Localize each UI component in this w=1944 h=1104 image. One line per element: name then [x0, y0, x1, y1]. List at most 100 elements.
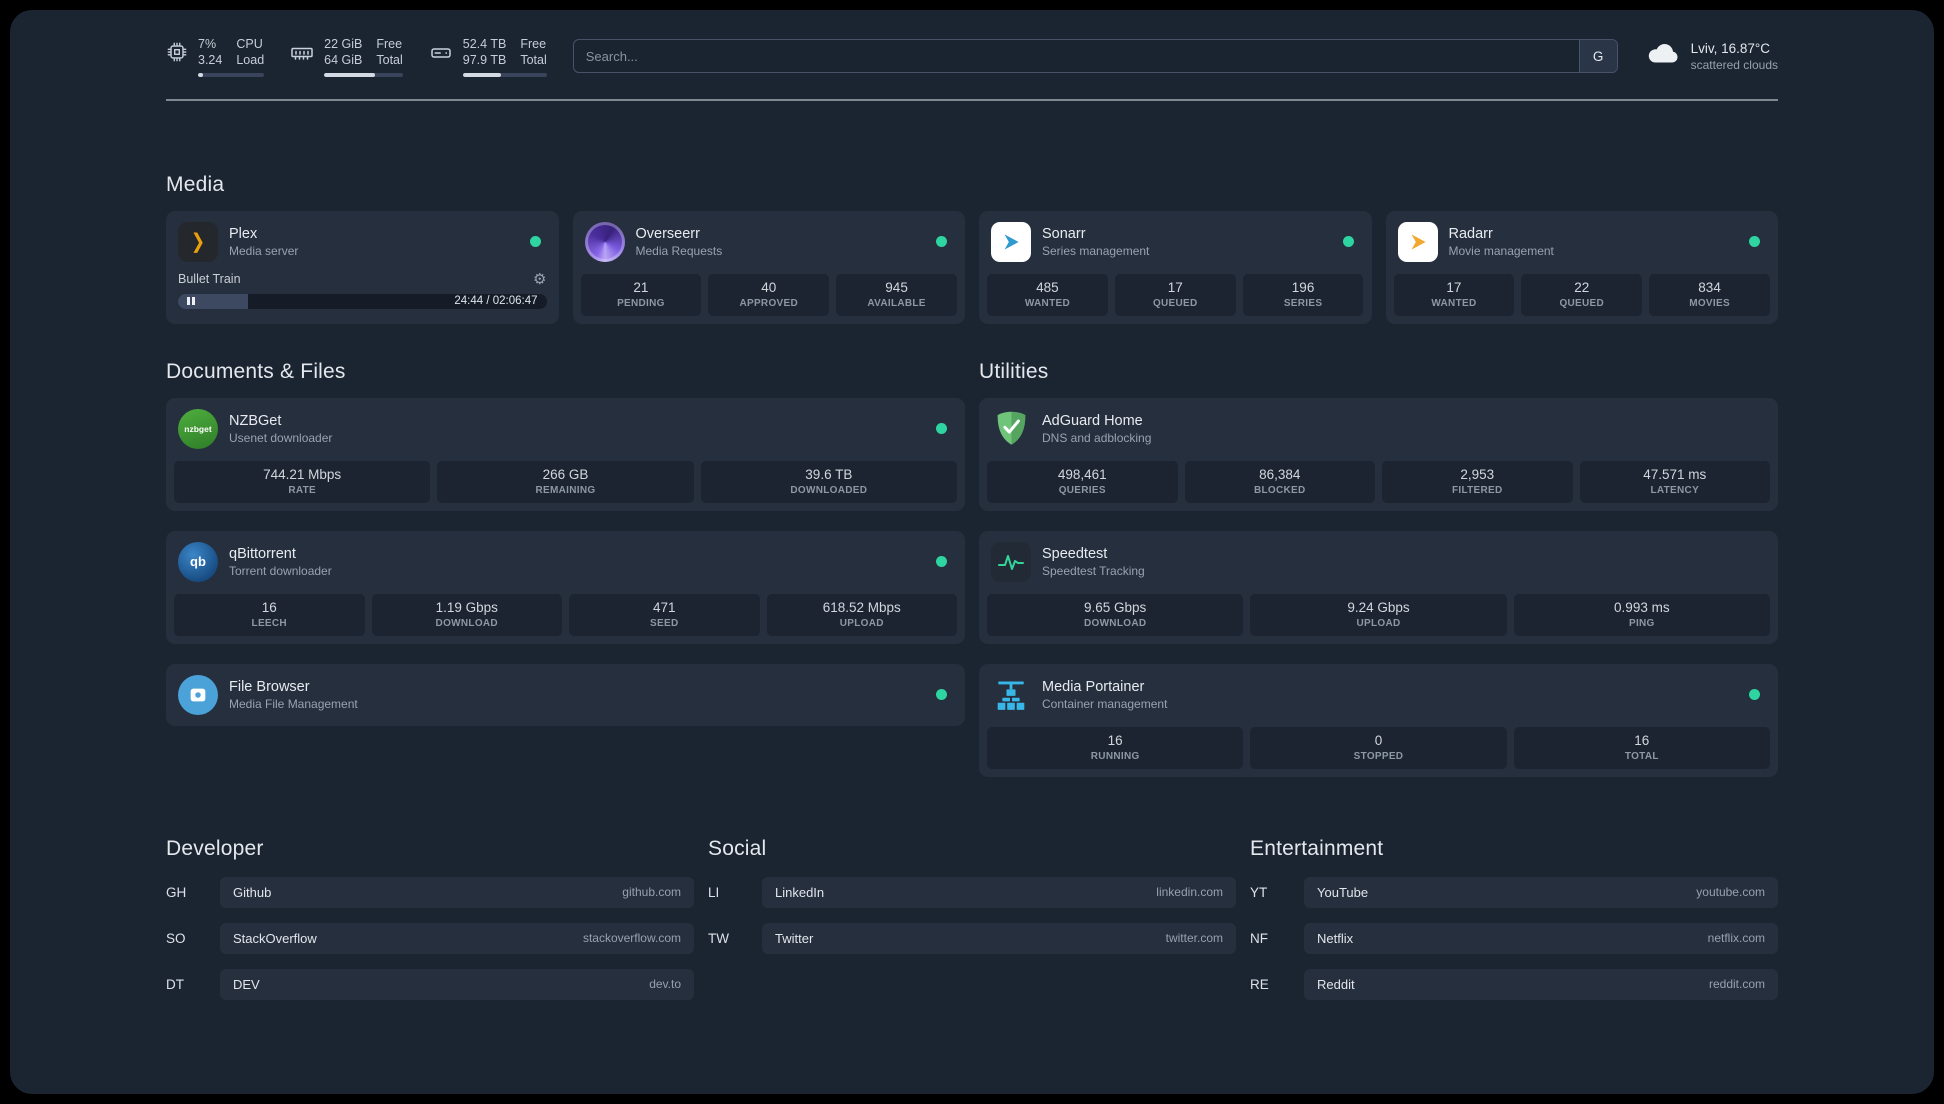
- service-description: Media server: [229, 243, 299, 258]
- filebrowser-icon: [178, 674, 218, 715]
- bookmark-youtube[interactable]: YT YouTube youtube.com: [1250, 876, 1778, 908]
- playback-time: 24:44 / 02:06:47: [454, 295, 538, 307]
- memory-progress-fill: [324, 72, 376, 77]
- bookmark-abbr: NF: [1250, 930, 1268, 946]
- service-card-overseerr[interactable]: Overseerr Media Requests 21 PENDING 40 A…: [572, 210, 965, 324]
- bookmark-stackoverflow[interactable]: SO StackOverflow stackoverflow.com: [166, 922, 694, 954]
- speedtest-icon: [991, 541, 1031, 582]
- portainer-icon: [991, 675, 1031, 715]
- bookmark-netflix[interactable]: NF Netflix netflix.com: [1250, 922, 1778, 954]
- stat-block: 17 QUEUED: [1114, 273, 1236, 316]
- stat-block: 16 LEECH: [174, 593, 365, 636]
- service-card-radarr[interactable]: Radarr Movie management 17 WANTED 22 QUE…: [1385, 210, 1778, 324]
- cpu-load-label: Load: [236, 53, 265, 68]
- service-description: Torrent downloader: [229, 563, 332, 578]
- section-title-developer: Developer: [166, 836, 264, 860]
- service-name: AdGuard Home: [1042, 412, 1143, 429]
- service-name: Overseerr: [635, 225, 700, 242]
- memory-widget: 22 GiB 64 GiB Free Total: [290, 36, 403, 77]
- service-card-plex[interactable]: ❯ Plex Media server Bullet Train ⚙ 24:44…: [166, 210, 559, 324]
- service-card-filebrowser[interactable]: File Browser Media File Management: [166, 663, 965, 726]
- disk-progress-fill: [462, 72, 502, 77]
- memory-free-value: 22 GiB: [324, 37, 363, 51]
- plex-icon: ❯: [178, 221, 218, 262]
- search-provider-button[interactable]: G: [1578, 40, 1617, 73]
- stat-block: 21 PENDING: [580, 273, 702, 316]
- stat-block: 39.6 TB DOWNLOADED: [700, 460, 957, 503]
- bookmark-abbr: SO: [166, 930, 186, 946]
- stat-block: 945 AVAILABLE: [836, 273, 957, 316]
- disk-total-label: Total: [520, 53, 547, 68]
- now-playing-title: Bullet Train: [178, 272, 241, 286]
- status-dot: [1342, 236, 1354, 247]
- cpu-label: CPU: [236, 37, 263, 51]
- status-dot: [529, 236, 541, 247]
- service-name: Speedtest: [1042, 545, 1108, 562]
- stat-block: 834 MOVIES: [1649, 273, 1770, 316]
- cpu-widget: 7% 3.24 CPU Load: [166, 36, 265, 77]
- stat-block: 485 WANTED: [987, 273, 1108, 316]
- section-utilities: Utilities AdGuard Home DNS and adblockin…: [979, 360, 1778, 777]
- service-description: Series management: [1042, 243, 1150, 258]
- playback-progress-bar[interactable]: 24:44 / 02:06:47: [178, 293, 547, 309]
- search-input[interactable]: [573, 40, 1579, 73]
- service-card-portainer[interactable]: Media Portainer Container management 16 …: [979, 663, 1778, 777]
- status-dot: [936, 689, 947, 700]
- section-title-media: Media: [166, 172, 225, 196]
- section-media: Media ❯ Plex Media server Bullet Train ⚙…: [166, 173, 1778, 324]
- disk-free-value: 52.4 TB: [462, 37, 507, 51]
- weather-location: Lviv, 16.87°C: [1690, 40, 1771, 56]
- service-card-nzbget[interactable]: nzbget NZBGet Usenet downloader 744.21 M…: [166, 397, 965, 511]
- stat-block: 9.24 Gbps UPLOAD: [1250, 593, 1507, 636]
- bookmark-group-developer: Developer GH Github github.com SO StackO…: [166, 837, 694, 1000]
- stat-block: 40 APPROVED: [708, 273, 830, 316]
- section-title-documents: Documents & Files: [166, 359, 346, 383]
- gear-icon[interactable]: ⚙: [533, 272, 546, 287]
- service-name: Radarr: [1448, 225, 1493, 242]
- status-dot: [936, 423, 947, 434]
- bookmark-abbr: LI: [708, 884, 720, 900]
- disk-icon: [429, 36, 453, 65]
- service-card-adguard[interactable]: AdGuard Home DNS and adblocking 498,461 …: [979, 397, 1778, 511]
- status-dot: [936, 556, 947, 567]
- service-card-sonarr[interactable]: Sonarr Series management 485 WANTED 17 Q…: [979, 210, 1372, 324]
- status-dot: [1749, 236, 1760, 247]
- bookmark-dev[interactable]: DT DEV dev.to: [166, 968, 694, 1000]
- plex-chevron-glyph: ❯: [190, 229, 206, 253]
- pause-icon[interactable]: [187, 297, 195, 305]
- radarr-icon: [1397, 221, 1438, 262]
- bookmark-abbr: RE: [1250, 976, 1269, 992]
- bookmark-abbr: GH: [166, 884, 187, 900]
- service-description: Speedtest Tracking: [1042, 563, 1145, 578]
- memory-total-label: Total: [376, 53, 403, 68]
- stat-block: 498,461 QUERIES: [987, 460, 1178, 503]
- service-description: Media Requests: [635, 243, 723, 258]
- bookmark-group-social: Social LI LinkedIn linkedin.com TW Twitt…: [708, 837, 1236, 954]
- service-description: Container management: [1042, 696, 1168, 711]
- disk-free-label: Free: [520, 37, 547, 51]
- disk-total-value: 97.9 TB: [462, 53, 507, 68]
- topbar-divider: [166, 98, 1778, 101]
- stat-block: 0 STOPPED: [1250, 726, 1507, 769]
- bookmark-linkedin[interactable]: LI LinkedIn linkedin.com: [708, 876, 1236, 908]
- stat-block: 9.65 Gbps DOWNLOAD: [987, 593, 1244, 636]
- nzbget-icon: nzbget: [178, 408, 218, 449]
- disk-progress-track: [462, 72, 547, 77]
- cpu-icon: [166, 36, 188, 63]
- stat-block: 471 SEED: [569, 593, 760, 636]
- service-card-qbittorrent[interactable]: qb qBittorrent Torrent downloader 16 LEE…: [166, 530, 965, 644]
- service-name: NZBGet: [229, 412, 282, 429]
- bookmark-abbr: DT: [166, 976, 184, 992]
- bookmark-github[interactable]: GH Github github.com: [166, 876, 694, 908]
- service-card-speedtest[interactable]: Speedtest Speedtest Tracking 9.65 Gbps D…: [979, 530, 1778, 644]
- weather-widget: Lviv, 16.87°C scattered clouds: [1646, 41, 1778, 72]
- qbittorrent-icon: qb: [178, 541, 218, 582]
- cpu-progress-track: [198, 72, 265, 77]
- section-documents: Documents & Files nzbget NZBGet Usenet d…: [166, 360, 965, 726]
- bookmark-twitter[interactable]: TW Twitter twitter.com: [708, 922, 1236, 954]
- bookmark-reddit[interactable]: RE Reddit reddit.com: [1250, 968, 1778, 1000]
- homepage-dashboard: 7% 3.24 CPU Load 22 GiB 64 GiB Free Tota…: [10, 10, 1934, 1094]
- service-name: Plex: [229, 225, 258, 242]
- memory-progress-track: [324, 72, 403, 77]
- stat-block: 0.993 ms PING: [1513, 593, 1770, 636]
